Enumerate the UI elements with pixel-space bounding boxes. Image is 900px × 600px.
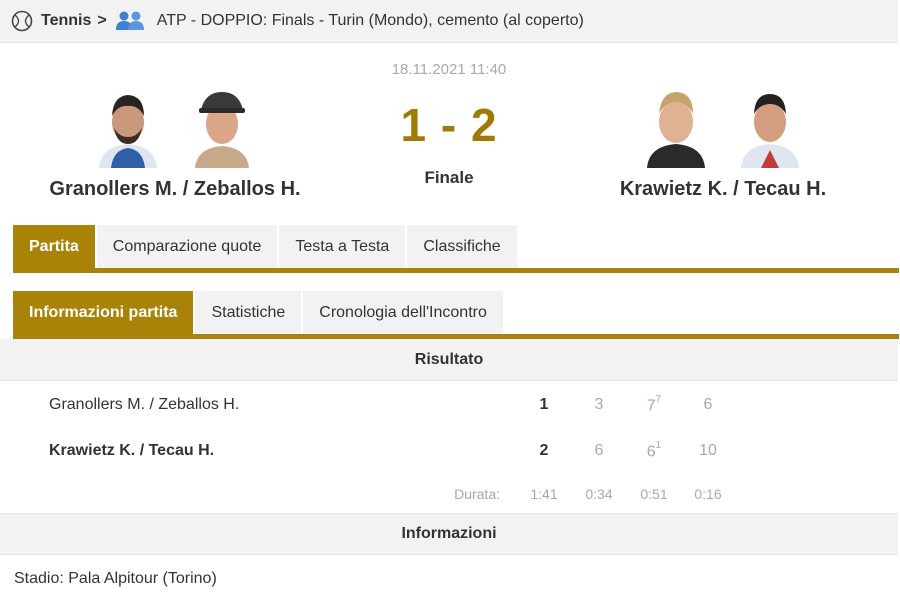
player-photo[interactable] xyxy=(735,80,805,168)
tab-statistiche[interactable]: Statistiche xyxy=(195,291,302,334)
breadcrumb: Tennis > ATP - DOPPIO: Finals - Turin (M… xyxy=(0,0,898,43)
result-set-2: 77 xyxy=(629,394,679,415)
tab-cronologia[interactable]: Cronologia dell'Incontro xyxy=(303,291,503,334)
match-datetime: 18.11.2021 11:40 xyxy=(391,61,507,78)
result-set-2: 61 xyxy=(629,440,679,461)
duration-total: 1:41 xyxy=(530,486,558,502)
set-score: 6 xyxy=(594,442,604,459)
duration-set-2: 0:51 xyxy=(640,486,668,502)
tab-partita[interactable]: Partita xyxy=(13,225,95,268)
tab-informazioni-partita[interactable]: Informazioni partita xyxy=(13,291,194,334)
set-score: 6 xyxy=(703,396,713,413)
venue-text: Stadio: Pala Alpitour (Torino) xyxy=(14,570,217,587)
info-section-header: Informazioni xyxy=(0,513,898,555)
player-photo[interactable] xyxy=(93,80,163,168)
home-team-name[interactable]: Granollers M. / Zeballos H. xyxy=(10,178,340,201)
score-home: 1 xyxy=(400,99,428,151)
result-total: 1 xyxy=(539,396,549,413)
result-row-away: Krawietz K. / Tecau H. 2 6 61 10 xyxy=(0,437,898,467)
tiebreak-score: 1 xyxy=(655,440,662,451)
away-team-name[interactable]: Krawietz K. / Tecau H. xyxy=(558,178,888,201)
result-team-name[interactable]: Granollers M. / Zeballos H. xyxy=(49,396,239,414)
player-photo[interactable] xyxy=(641,80,711,168)
sub-tabs: Informazioni partita Statistiche Cronolo… xyxy=(13,291,505,334)
set-score: 3 xyxy=(594,396,604,413)
main-tabs: Partita Comparazione quote Testa a Testa… xyxy=(13,225,519,268)
result-row-home: Granollers M. / Zeballos H. 1 3 77 6 xyxy=(0,391,898,421)
result-set-1: 3 xyxy=(574,396,624,414)
set-score: 10 xyxy=(699,442,717,459)
tiebreak-score: 7 xyxy=(655,394,662,405)
duration-set-1: 0:34 xyxy=(585,486,613,502)
result-set-1: 6 xyxy=(574,442,624,460)
score-away: 2 xyxy=(470,99,498,151)
breadcrumb-separator: > xyxy=(97,12,107,29)
result-set-3: 10 xyxy=(683,442,733,460)
tennis-ball-icon xyxy=(11,10,33,32)
set-score: 7 xyxy=(646,397,656,415)
result-set-3: 6 xyxy=(683,396,733,414)
main-tabs-underline xyxy=(13,268,899,273)
result-team-name[interactable]: Krawietz K. / Tecau H. xyxy=(49,442,214,460)
duration-set-3: 0:16 xyxy=(694,486,722,502)
tab-classifiche[interactable]: Classifiche xyxy=(407,225,517,268)
breadcrumb-sport-link[interactable]: Tennis xyxy=(41,12,91,30)
result-total: 2 xyxy=(539,442,549,459)
away-team: Krawietz K. / Tecau H. xyxy=(558,80,888,201)
result-section-header: Risultato xyxy=(0,339,898,381)
breadcrumb-tournament-link[interactable]: ATP - DOPPIO: Finals - Turin (Mondo), ce… xyxy=(157,12,584,30)
tab-testa-a-testa[interactable]: Testa a Testa xyxy=(279,225,406,268)
duration-row: Durata: 1:41 0:34 0:51 0:16 xyxy=(0,481,898,511)
doubles-players-icon xyxy=(115,11,144,30)
duration-label: Durata: xyxy=(454,486,500,502)
set-score: 6 xyxy=(646,443,656,461)
player-photo[interactable] xyxy=(187,80,257,168)
home-team: Granollers M. / Zeballos H. xyxy=(10,80,340,201)
score-separator: - xyxy=(440,99,458,151)
tab-comparazione-quote[interactable]: Comparazione quote xyxy=(96,225,278,268)
